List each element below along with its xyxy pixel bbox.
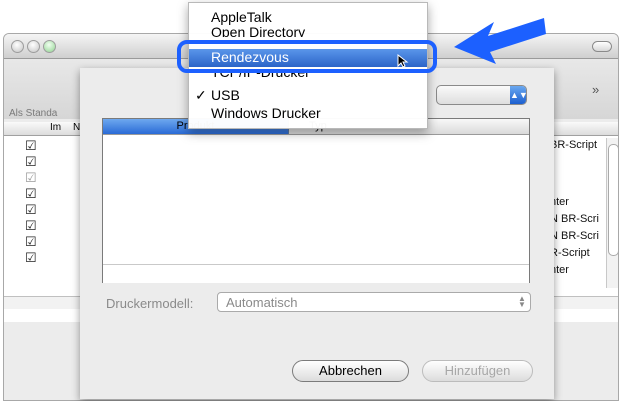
- printer-kind-text: N BR-Scri: [550, 230, 599, 242]
- checkbox-icon[interactable]: ☑: [25, 234, 37, 250]
- chevron-updown-icon: ▲ ▼: [518, 294, 526, 309]
- add-button[interactable]: Hinzufügen: [422, 360, 533, 382]
- minimize-button[interactable]: [27, 40, 40, 53]
- vertical-scrollbar[interactable]: [606, 138, 618, 288]
- highlight-ring: [177, 40, 437, 73]
- printer-kind-text: BR-Script: [550, 139, 598, 151]
- checkmark-icon: ✓: [195, 87, 207, 103]
- close-button[interactable]: [11, 40, 24, 53]
- printer-browser-list[interactable]: Produkt Typ: [102, 118, 530, 283]
- printer-kind-text: R-Script: [550, 247, 590, 259]
- cancel-button[interactable]: Abbrechen: [292, 360, 409, 382]
- menu-item-label: AppleTalk: [211, 9, 272, 25]
- menu-item-label: Windows Drucker: [211, 105, 321, 121]
- menu-item-usb[interactable]: ✓ USB: [189, 87, 427, 104]
- printer-kind-text: N BR-Scri: [550, 213, 599, 225]
- annotation-arrow-icon: [454, 18, 546, 64]
- checkbox-icon[interactable]: ☑: [25, 250, 37, 266]
- checkbox-icon[interactable]: ☑: [25, 138, 37, 154]
- checkbox-icon[interactable]: ☑: [25, 154, 37, 170]
- make-default-label: Als Standa: [9, 108, 58, 119]
- scroll-thumb[interactable]: [608, 144, 618, 256]
- printer-model-value: Automatisch: [226, 295, 298, 310]
- menu-item-label: USB: [211, 87, 240, 103]
- list-footer: [103, 264, 529, 283]
- checkbox-icon[interactable]: ☑: [25, 218, 37, 234]
- connection-type-popup[interactable]: ▲▼: [436, 85, 528, 105]
- printer-model-popup[interactable]: Automatisch ▲ ▼: [217, 292, 531, 312]
- header-in-menu[interactable]: Im: [50, 122, 61, 133]
- checkbox-icon[interactable]: ☑: [25, 186, 37, 202]
- toolbar-overflow-icon[interactable]: »: [592, 82, 599, 97]
- checkbox-icon[interactable]: ☑: [25, 170, 37, 186]
- menu-item-open-directory[interactable]: Open Directory: [189, 25, 427, 37]
- menu-item-appletalk[interactable]: AppleTalk: [189, 9, 427, 26]
- chevron-updown-icon[interactable]: ▲▼: [510, 86, 528, 104]
- zoom-button[interactable]: [43, 40, 56, 53]
- toolbar-toggle-button[interactable]: [592, 41, 612, 52]
- menu-item-windows-printer[interactable]: Windows Drucker: [189, 105, 427, 122]
- menu-item-label: Open Directory: [211, 25, 306, 37]
- checkbox-icon[interactable]: ☑: [25, 202, 37, 218]
- printer-model-label: Druckermodell:: [106, 296, 194, 311]
